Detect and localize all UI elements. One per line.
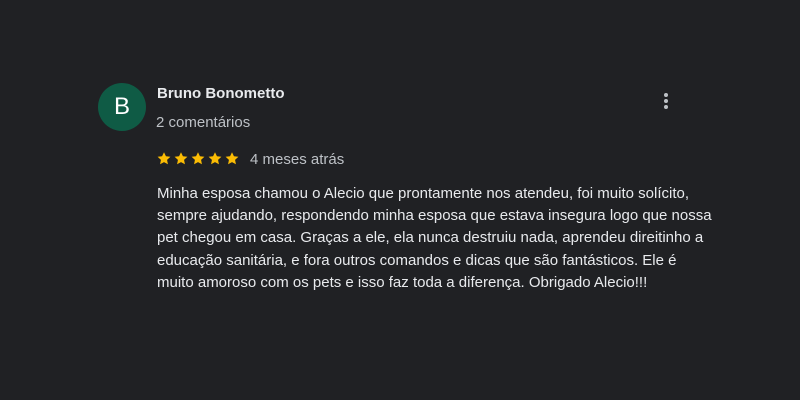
star-icon: [225, 152, 239, 165]
star-rating: [156, 151, 240, 167]
review-date: 4 meses atrás: [250, 150, 345, 168]
author-comments-count: 2 comentários: [156, 114, 251, 131]
star-icon: [208, 152, 222, 165]
more-options-button[interactable]: [654, 88, 678, 114]
star-icon: [174, 152, 188, 165]
more-vertical-icon: [664, 93, 668, 109]
avatar[interactable]: B: [98, 83, 146, 131]
author-name[interactable]: Bruno Bonometto: [157, 85, 284, 102]
star-icon: [157, 152, 171, 165]
review-card: B Bruno Bonometto 2 comentários 4 meses …: [0, 0, 800, 400]
review-text: Minha esposa chamou o Alecio que prontam…: [157, 185, 712, 291]
rating-row: 4 meses atrás: [156, 148, 344, 170]
star-icon: [191, 152, 205, 165]
